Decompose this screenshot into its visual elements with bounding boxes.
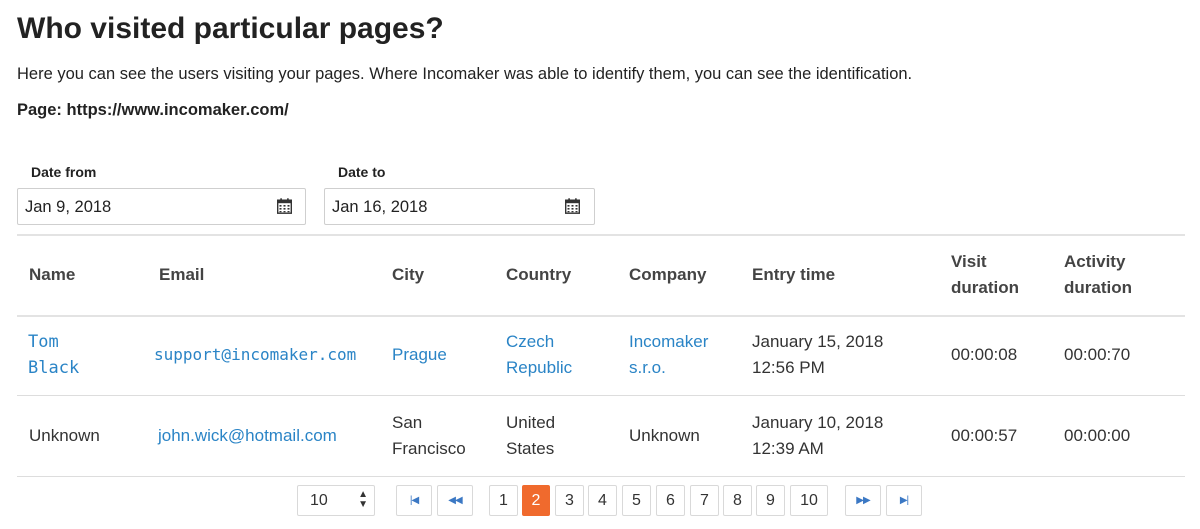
- row-entry-date: January 10, 2018: [752, 413, 884, 432]
- row-country-link[interactable]: Czech Republic: [506, 329, 572, 381]
- row-company-line1: Incomaker: [629, 332, 709, 351]
- row-email-link[interactable]: support@incomaker.com: [154, 342, 356, 368]
- page-button-1[interactable]: 1: [489, 485, 518, 516]
- row-entry-time: January 10, 2018 12:39 AM: [752, 410, 883, 462]
- date-to-value: Jan 16, 2018: [332, 198, 428, 216]
- date-from-input[interactable]: Jan 9, 2018: [17, 188, 306, 225]
- row-entry-time: January 15, 2018 12:56 PM: [752, 329, 883, 381]
- page-url-label: Page: https://www.incomaker.com/: [17, 101, 289, 119]
- row-city-line2: Francisco: [392, 439, 466, 458]
- row-entry-clock: 12:56 PM: [752, 358, 825, 377]
- row-visit-duration: 00:00:57: [951, 426, 1018, 445]
- column-header-email[interactable]: Email: [159, 262, 204, 288]
- select-arrows-icon: ▲ ▼: [358, 489, 368, 510]
- row-name-line2: Black: [28, 358, 80, 378]
- row-country-line1: United: [506, 413, 556, 432]
- row-activity-duration: 00:00:00: [1064, 426, 1131, 445]
- page-title: Who visited particular pages?: [17, 12, 444, 45]
- row-divider: [17, 395, 1185, 396]
- column-header-visit-line2: duration: [951, 278, 1019, 297]
- previous-page-icon: ◀◀: [448, 495, 462, 506]
- row-name-link[interactable]: Tom Black: [28, 329, 79, 381]
- page-button-7[interactable]: 7: [690, 485, 719, 516]
- column-header-visit-line1: Visit: [951, 252, 987, 271]
- first-page-button[interactable]: |◀: [396, 485, 432, 516]
- row-entry-clock: 12:39 AM: [752, 439, 824, 458]
- row-activity-duration: 00:00:70: [1064, 345, 1131, 364]
- row-entry-date: January 15, 2018: [752, 332, 884, 351]
- row-country-line1: Czech: [506, 332, 555, 351]
- row-name-line1: Tom: [28, 332, 59, 352]
- page-button-8[interactable]: 8: [723, 485, 752, 516]
- page-button-10[interactable]: 10: [790, 485, 828, 516]
- row-city-line1: San: [392, 413, 423, 432]
- calendar-icon[interactable]: [277, 198, 292, 214]
- date-from-value: Jan 9, 2018: [25, 198, 112, 216]
- row-country-line2: States: [506, 439, 555, 458]
- row-visit-duration: 00:00:08: [951, 345, 1018, 364]
- row-company-link[interactable]: Incomaker s.r.o.: [629, 329, 708, 381]
- column-header-activity-line1: Activity: [1064, 252, 1126, 271]
- next-page-icon: ▶▶: [856, 495, 870, 506]
- column-header-country[interactable]: Country: [506, 262, 571, 288]
- row-email-link[interactable]: john.wick@hotmail.com: [158, 423, 337, 449]
- column-header-visit-duration[interactable]: Visit duration: [951, 249, 1019, 301]
- last-page-icon: ▶|: [899, 495, 909, 506]
- previous-page-button[interactable]: ◀◀: [437, 485, 473, 516]
- page-button-4[interactable]: 4: [588, 485, 617, 516]
- page-description: Here you can see the users visiting your…: [17, 65, 913, 83]
- row-name: Unknown: [29, 426, 100, 445]
- table-bottom-border: [17, 476, 1185, 477]
- table-header-border: [17, 315, 1185, 317]
- page-button-9[interactable]: 9: [756, 485, 785, 516]
- row-city: San Francisco: [392, 410, 466, 462]
- column-header-entry-time[interactable]: Entry time: [752, 262, 835, 288]
- row-country: United States: [506, 410, 555, 462]
- row-company: Unknown: [629, 426, 700, 445]
- page-size-value: 10: [310, 492, 328, 509]
- row-country-line2: Republic: [506, 358, 573, 377]
- row-company-line2: s.r.o.: [629, 358, 666, 377]
- table-top-border: [17, 234, 1185, 236]
- column-header-activity-duration[interactable]: Activity duration: [1064, 249, 1132, 301]
- column-header-activity-line2: duration: [1064, 278, 1132, 297]
- page-button-3[interactable]: 3: [555, 485, 584, 516]
- date-from-label: Date from: [31, 164, 97, 180]
- row-city-link[interactable]: Prague: [392, 342, 447, 368]
- last-page-button[interactable]: ▶|: [886, 485, 922, 516]
- first-page-icon: |◀: [409, 495, 419, 506]
- page-size-select[interactable]: 10 ▲ ▼: [297, 485, 375, 516]
- column-header-name[interactable]: Name: [29, 262, 75, 288]
- date-to-input[interactable]: Jan 16, 2018: [324, 188, 595, 225]
- calendar-icon[interactable]: [565, 198, 580, 214]
- next-page-button[interactable]: ▶▶: [845, 485, 881, 516]
- date-to-label: Date to: [338, 164, 386, 180]
- column-header-company[interactable]: Company: [629, 262, 706, 288]
- page-button-2-current[interactable]: 2: [522, 485, 550, 516]
- page-button-6[interactable]: 6: [656, 485, 685, 516]
- column-header-city[interactable]: City: [392, 262, 424, 288]
- page-button-5[interactable]: 5: [622, 485, 651, 516]
